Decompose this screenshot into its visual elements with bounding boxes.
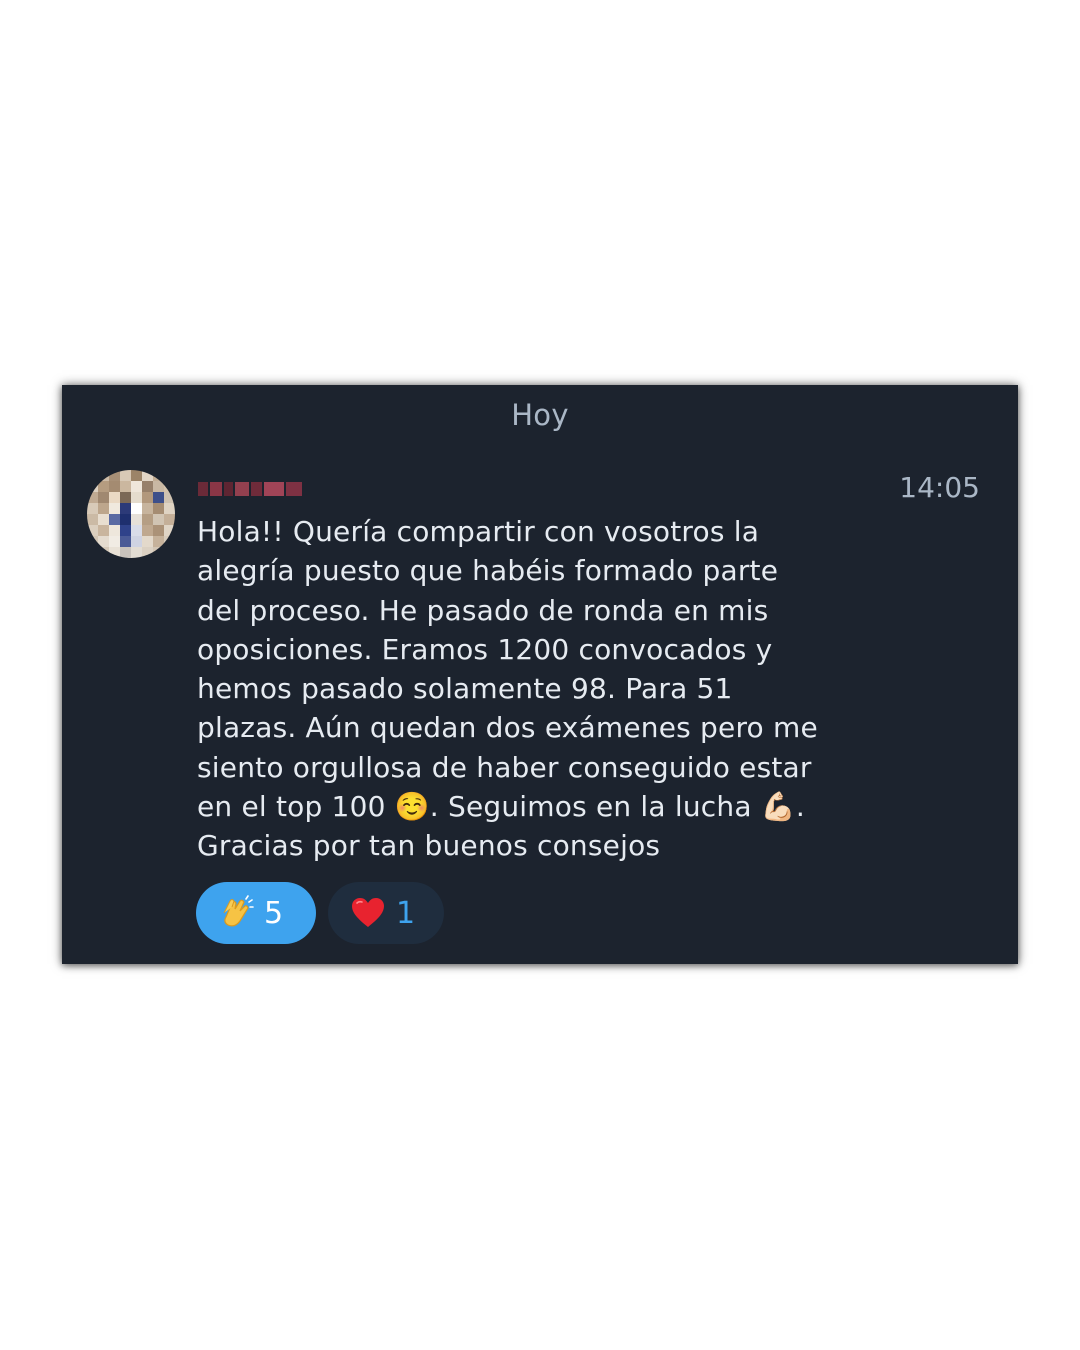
avatar-pixel — [109, 470, 120, 481]
avatar-pixel — [131, 503, 142, 514]
avatar-pixel — [98, 470, 109, 481]
avatar-pixel — [164, 536, 175, 547]
avatar-pixel — [98, 536, 109, 547]
avatar-pixel — [142, 492, 153, 503]
avatar-pixel — [109, 481, 120, 492]
sender-avatar[interactable] — [87, 470, 175, 558]
avatar-pixel — [87, 481, 98, 492]
avatar-pixel — [164, 503, 175, 514]
avatar-pixel — [120, 525, 131, 536]
avatar-pixel — [164, 481, 175, 492]
avatar-pixel — [142, 547, 153, 558]
avatar-pixel — [164, 470, 175, 481]
avatar-pixel — [131, 481, 142, 492]
avatar-pixel — [98, 492, 109, 503]
message-text: Hola!! Quería compartir con vosotros la … — [197, 515, 818, 863]
avatar-pixel — [120, 470, 131, 481]
avatar-pixel — [131, 536, 142, 547]
avatar-pixel — [164, 525, 175, 536]
avatar-pixel — [142, 525, 153, 536]
avatar-pixel — [142, 514, 153, 525]
red-heart-icon — [350, 895, 386, 931]
avatar-pixel — [87, 536, 98, 547]
avatar-pixel — [98, 525, 109, 536]
avatar-pixel — [120, 514, 131, 525]
avatar-pixel — [120, 536, 131, 547]
avatar-pixel — [87, 492, 98, 503]
avatar-pixel — [120, 547, 131, 558]
avatar-pixel — [164, 514, 175, 525]
reaction-clap[interactable]: 5 — [196, 882, 316, 944]
avatar-pixel — [131, 470, 142, 481]
message-timestamp: 14:05 — [899, 471, 980, 504]
avatar-pixel — [120, 503, 131, 514]
avatar-pixel — [164, 547, 175, 558]
avatar-pixel — [153, 481, 164, 492]
sender-name-blurred[interactable] — [198, 480, 302, 498]
avatar-pixel — [153, 525, 164, 536]
avatar-pixel — [142, 470, 153, 481]
avatar-pixel — [98, 514, 109, 525]
avatar-pixel — [109, 525, 120, 536]
avatar-pixel — [153, 492, 164, 503]
avatar-pixel — [87, 470, 98, 481]
avatar-pixel — [98, 481, 109, 492]
avatar-pixel — [142, 503, 153, 514]
avatar-pixel — [131, 525, 142, 536]
avatar-pixel — [131, 514, 142, 525]
avatar-pixel — [120, 492, 131, 503]
avatar-pixel — [120, 481, 131, 492]
avatar-pixel — [87, 547, 98, 558]
avatar-pixel — [109, 536, 120, 547]
avatar-pixel — [153, 503, 164, 514]
reaction-heart[interactable]: 1 — [328, 882, 444, 944]
avatar-pixel — [153, 536, 164, 547]
avatar-pixel — [109, 547, 120, 558]
avatar-pixel — [153, 514, 164, 525]
reaction-clap-count: 5 — [264, 895, 284, 931]
avatar-pixel — [131, 492, 142, 503]
avatar-pixel — [164, 492, 175, 503]
reactions-bar: 5 1 — [196, 882, 444, 944]
page-background: Hoy 14:05 Hola!! Quería compartir con vo… — [0, 0, 1080, 1350]
avatar-pixel — [153, 470, 164, 481]
avatar-pixel — [87, 525, 98, 536]
avatar-pixel — [109, 503, 120, 514]
avatar-pixel — [98, 547, 109, 558]
avatar-pixel — [153, 547, 164, 558]
avatar-pixel — [109, 492, 120, 503]
avatar-pixel — [87, 503, 98, 514]
avatar-pixel — [98, 503, 109, 514]
avatar-pixel — [142, 481, 153, 492]
chat-panel: Hoy 14:05 Hola!! Quería compartir con vo… — [62, 385, 1018, 964]
avatar-pixel — [87, 514, 98, 525]
avatar-pixel — [142, 536, 153, 547]
avatar-pixel — [109, 514, 120, 525]
reaction-heart-count: 1 — [396, 895, 416, 931]
avatar-pixel — [131, 547, 142, 558]
date-divider: Hoy — [511, 398, 569, 432]
clapping-hands-icon — [218, 895, 254, 931]
